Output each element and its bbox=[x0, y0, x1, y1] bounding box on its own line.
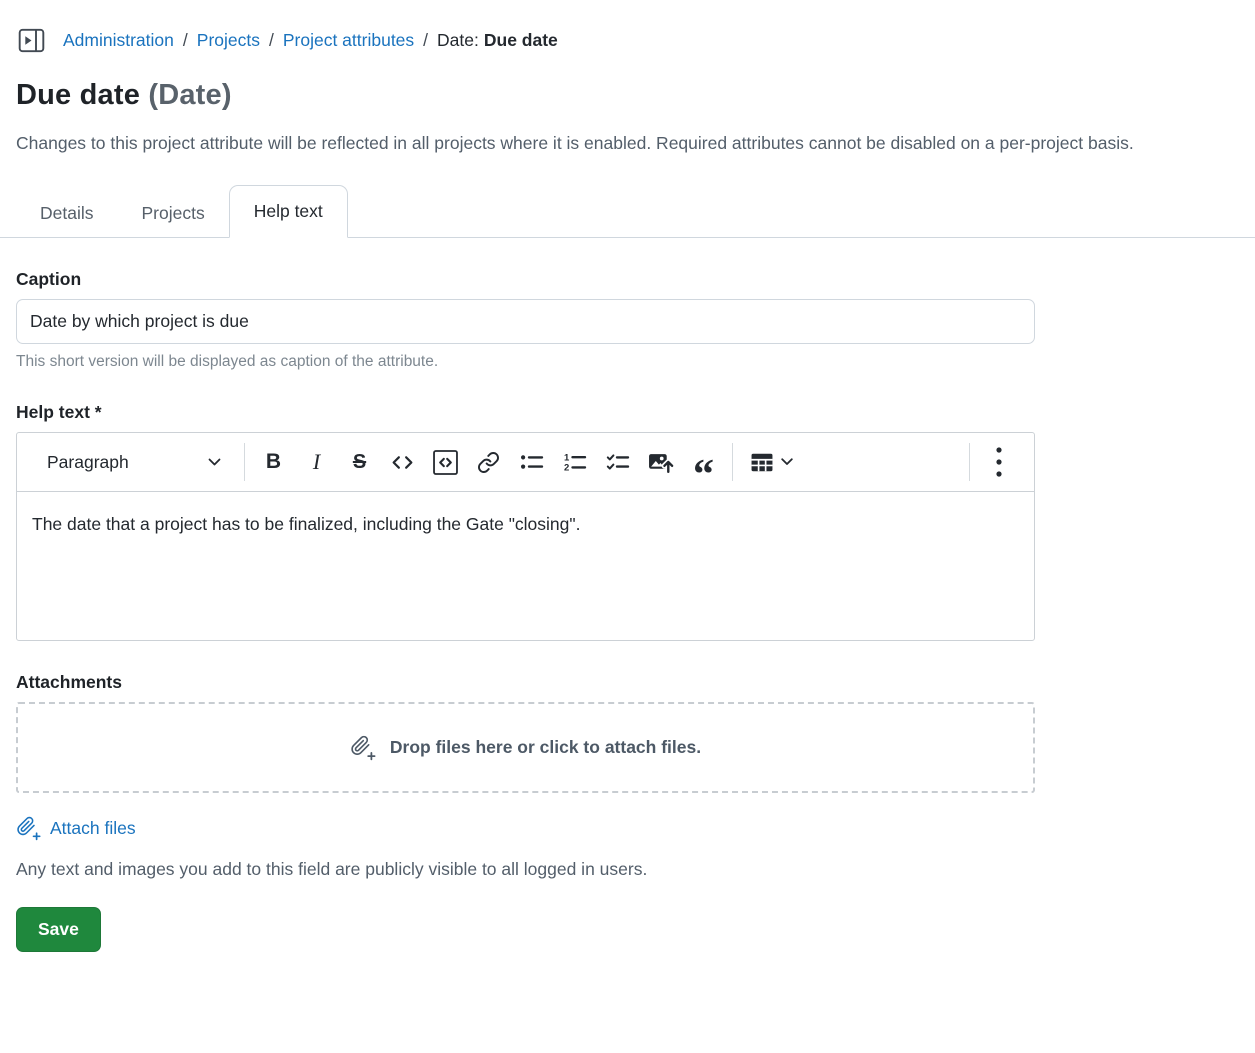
caption-input[interactable] bbox=[16, 299, 1035, 344]
overflow-menu-icon bbox=[995, 445, 1003, 479]
breadcrumb-separator: / bbox=[423, 30, 429, 50]
toolbar-right-group bbox=[962, 441, 1020, 483]
to-do-list-button[interactable] bbox=[596, 441, 639, 483]
help-text-label: Help text * bbox=[16, 402, 102, 422]
help-text-form: Caption This short version will be displ… bbox=[0, 269, 1255, 952]
bold-button[interactable]: B bbox=[252, 441, 295, 483]
breadcrumb: Administration / Projects / Project attr… bbox=[63, 30, 558, 51]
strikethrough-icon: S bbox=[352, 450, 367, 473]
numbered-list-icon: 12 bbox=[563, 450, 587, 474]
breadcrumb-link-project-attributes[interactable]: Project attributes bbox=[283, 30, 414, 51]
caption-hint: This short version will be displayed as … bbox=[16, 353, 439, 370]
attribute-name: Due date bbox=[16, 79, 141, 111]
insert-table-dropdown[interactable] bbox=[740, 441, 804, 483]
toolbar-divider bbox=[969, 443, 970, 481]
code-block-button[interactable] bbox=[424, 441, 467, 483]
bold-icon: B bbox=[265, 450, 282, 473]
svg-text:2: 2 bbox=[564, 463, 569, 474]
dropzone-text: Drop files here or click to attach files… bbox=[389, 737, 702, 757]
image-upload-icon bbox=[648, 451, 674, 474]
breadcrumb-link-administration[interactable]: Administration bbox=[63, 30, 174, 51]
block-quote-button[interactable]: “ bbox=[682, 441, 725, 496]
tab-details[interactable]: Details bbox=[16, 190, 118, 237]
attribute-type: (Date) bbox=[148, 79, 232, 111]
editor-toolbar: Paragraph B I S 1 2 “ bbox=[17, 433, 1034, 496]
numbered-list-button[interactable]: 12 bbox=[553, 441, 596, 483]
save-button[interactable]: Save bbox=[16, 907, 101, 952]
bulleted-list-icon bbox=[520, 450, 544, 474]
attach-files-label: Attach files bbox=[50, 818, 136, 838]
tab-projects[interactable]: Projects bbox=[118, 190, 229, 237]
paperclip-icon bbox=[350, 735, 377, 761]
chevron-down-icon bbox=[781, 458, 793, 466]
toolbar-divider bbox=[732, 443, 733, 481]
sidebar-toggle-button[interactable] bbox=[18, 27, 45, 54]
inline-code-button[interactable] bbox=[381, 441, 424, 483]
bulleted-list-button[interactable] bbox=[510, 441, 553, 483]
link-icon bbox=[477, 451, 500, 474]
breadcrumb-link-projects[interactable]: Projects bbox=[197, 30, 260, 51]
tab-bar: Details Projects Help text bbox=[0, 185, 1255, 238]
breadcrumb-row: Administration / Projects / Project attr… bbox=[18, 27, 1239, 54]
inline-code-icon bbox=[390, 450, 415, 475]
page-title: Due date (Date) bbox=[16, 79, 1239, 112]
table-icon bbox=[751, 453, 773, 472]
chevron-down-icon bbox=[208, 458, 221, 467]
italic-button[interactable]: I bbox=[295, 441, 338, 483]
caption-label: Caption bbox=[16, 269, 82, 289]
attachments-label: Attachments bbox=[16, 672, 122, 692]
breadcrumb-current-prefix: Date: bbox=[437, 30, 479, 50]
rich-text-editor: Paragraph B I S 1 2 “ The date that a pr… bbox=[16, 432, 1035, 641]
paragraph-style-dropdown[interactable]: Paragraph bbox=[31, 441, 237, 483]
visibility-note: Any text and images you add to this fiel… bbox=[16, 859, 648, 879]
link-button[interactable] bbox=[467, 441, 510, 483]
attach-files-link[interactable]: Attach files bbox=[16, 816, 136, 841]
strikethrough-button[interactable]: S bbox=[338, 441, 381, 483]
breadcrumb-current-item: Due date bbox=[483, 30, 558, 50]
paragraph-style-label: Paragraph bbox=[47, 451, 129, 472]
code-block-icon bbox=[432, 449, 459, 476]
editor-content[interactable]: The date that a project has to be finali… bbox=[17, 492, 1034, 640]
to-do-list-icon bbox=[606, 450, 630, 474]
show-more-button[interactable] bbox=[977, 441, 1020, 483]
paperclip-plus-icon bbox=[16, 816, 42, 841]
sidebar-expand-icon bbox=[18, 27, 45, 54]
insert-image-button[interactable] bbox=[639, 441, 682, 483]
breadcrumb-separator: / bbox=[268, 30, 274, 50]
page-description: Changes to this project attribute will b… bbox=[16, 133, 1134, 153]
attachments-dropzone[interactable]: Drop files here or click to attach files… bbox=[16, 702, 1035, 793]
tab-help-text[interactable]: Help text bbox=[228, 185, 348, 238]
breadcrumb-separator: / bbox=[182, 30, 188, 50]
italic-icon: I bbox=[312, 449, 321, 474]
toolbar-divider bbox=[244, 443, 245, 481]
